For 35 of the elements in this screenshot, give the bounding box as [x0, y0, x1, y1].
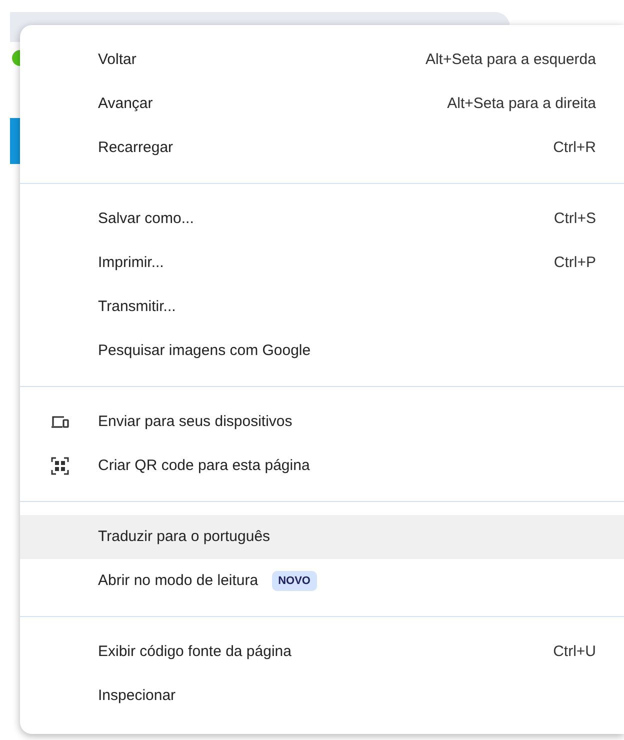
- menu-item-label: Recarregar: [98, 138, 174, 158]
- shortcut-label: Ctrl+P: [554, 252, 596, 273]
- menu-item[interactable]: Avançar Alt+Seta para a direita: [20, 82, 624, 126]
- menu-item-label: Transmitir...: [98, 296, 176, 317]
- menu-item[interactable]: Criar QR code para esta página: [20, 444, 624, 488]
- menu-item-label: Traduzir para o português: [98, 526, 270, 547]
- shortcut-label: Ctrl+U: [553, 642, 596, 662]
- menu-item[interactable]: Enviar para seus dispositivos: [20, 400, 624, 444]
- devices-icon: [51, 415, 69, 429]
- qr-code-icon: [51, 457, 69, 475]
- menu-item[interactable]: Abrir no modo de leitura NOVO: [20, 559, 624, 603]
- menu-item-label: Pesquisar imagens com Google: [98, 340, 311, 361]
- shortcut-label: Alt+Seta para a esquerda: [425, 50, 596, 70]
- menu-item-label: Abrir no modo de leitura: [98, 570, 258, 591]
- menu-item[interactable]: Inspecionar: [20, 674, 624, 718]
- menu-item-label: Criar QR code para esta página: [98, 456, 310, 476]
- menu-item[interactable]: Pesquisar imagens com Google: [20, 329, 624, 373]
- menu-item-label: Avançar: [98, 94, 153, 114]
- menu-item[interactable]: Exibir código fonte da página Ctrl+U: [20, 630, 624, 674]
- menu-item[interactable]: Transmitir...: [20, 285, 624, 329]
- menu-item-label: Inspecionar: [98, 686, 176, 706]
- menu-item[interactable]: Imprimir... Ctrl+P: [20, 241, 624, 285]
- shortcut-label: Alt+Seta para a direita: [447, 94, 596, 114]
- new-badge: NOVO: [272, 570, 316, 592]
- shortcut-label: Ctrl+R: [553, 138, 596, 158]
- menu-item[interactable]: Salvar como... Ctrl+S: [20, 197, 624, 241]
- menu-item-label: Imprimir...: [98, 252, 164, 273]
- menu-item-label: Salvar como...: [98, 208, 194, 229]
- menu-item[interactable]: Traduzir para o português: [20, 515, 624, 559]
- shortcut-label: Ctrl+S: [554, 208, 596, 229]
- menu-item-label: Enviar para seus dispositivos: [98, 412, 292, 432]
- menu-item[interactable]: Recarregar Ctrl+R: [20, 126, 624, 170]
- menu-item-label: Voltar: [98, 50, 136, 70]
- menu-item[interactable]: Voltar Alt+Seta para a esquerda: [20, 38, 624, 82]
- menu-item-label: Exibir código fonte da página: [98, 642, 292, 662]
